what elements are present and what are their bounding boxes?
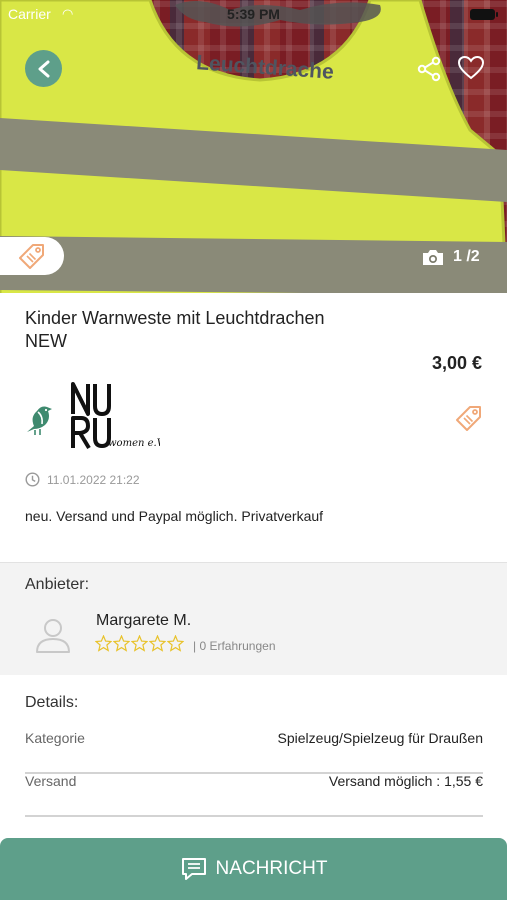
heart-icon[interactable] xyxy=(457,55,485,81)
posted-date-text: 11.01.2022 21:22 xyxy=(47,472,140,487)
detail-value: Versand möglich : 1,55 € xyxy=(328,773,483,789)
battery-icon xyxy=(470,9,498,20)
detail-value: Spielzeug/Spielzeug für Draußen xyxy=(277,730,483,746)
star-icon xyxy=(167,635,184,652)
chat-icon xyxy=(181,858,206,880)
star-icon xyxy=(149,635,166,652)
star-icon xyxy=(131,635,148,652)
detail-key: Kategorie xyxy=(25,730,85,746)
seller-experience: | 0 Erfahrungen xyxy=(193,639,276,653)
price-tag-icon xyxy=(19,244,44,269)
product-title-line1: Kinder Warnweste mit Leuchtdrachen xyxy=(25,308,325,328)
seller-rating xyxy=(95,635,185,652)
product-price: 3,00 € xyxy=(431,353,482,373)
star-icon xyxy=(95,635,112,652)
seller-name[interactable]: Margarete M. xyxy=(96,612,191,630)
product-description: neu. Versand und Paypal möglich. Privatv… xyxy=(25,508,324,524)
posted-date: 11.01.2022 21:22 xyxy=(25,472,140,487)
back-arrow-icon xyxy=(38,60,49,77)
seller-heading: Anbieter: xyxy=(25,576,90,593)
back-button[interactable] xyxy=(25,50,62,87)
photo-counter-text: 1 /2 xyxy=(453,248,480,265)
detail-row-category: Kategorie Spielzeug/Spielzeug für Drauße… xyxy=(25,730,483,774)
detail-row-shipping: Versand Versand möglich : 1,55 € xyxy=(25,773,483,817)
details-heading: Details: xyxy=(25,694,79,711)
share-icon[interactable] xyxy=(416,56,442,82)
camera-icon xyxy=(423,249,443,265)
message-button[interactable]: NACHRICHT xyxy=(0,838,507,900)
product-title: Kinder Warnweste mit Leuchtdrachen NEW xyxy=(25,307,405,353)
product-photo[interactable]: Leuchtdrache Carrier ◠ 5:39 PM 1 /2 xyxy=(0,0,507,293)
org-logo-subtext: women e.V xyxy=(108,438,160,449)
detail-key: Versand xyxy=(25,773,77,789)
user-avatar-icon[interactable] xyxy=(33,615,73,655)
clock-icon xyxy=(25,472,40,487)
price-tag-button[interactable] xyxy=(0,237,64,275)
product-title-line2: NEW xyxy=(25,331,67,351)
star-icon xyxy=(113,635,130,652)
photo-counter: 1 /2 xyxy=(421,246,480,268)
status-bar: Carrier ◠ 5:39 PM xyxy=(0,4,507,24)
bird-icon[interactable] xyxy=(24,402,56,436)
clock-time: 5:39 PM xyxy=(227,6,280,22)
message-button-label: NACHRICHT xyxy=(215,858,328,879)
org-logo[interactable]: women e.V xyxy=(68,380,160,452)
price-tag-icon[interactable] xyxy=(454,403,484,433)
